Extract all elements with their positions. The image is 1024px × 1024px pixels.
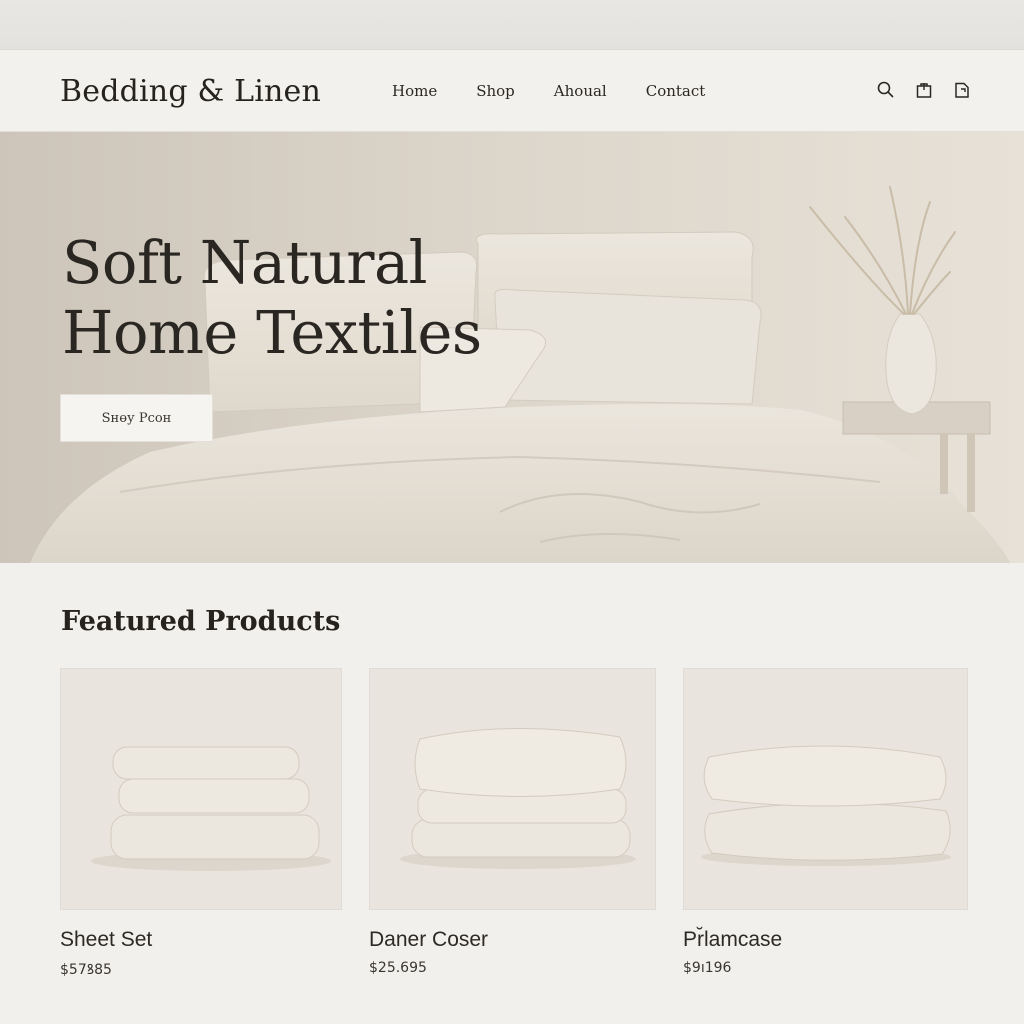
hero-title: Soft Natural Home Textiles xyxy=(62,228,482,368)
cart-icon[interactable] xyxy=(952,80,972,100)
product-image[interactable] xyxy=(369,668,656,910)
product-card-pillowcase[interactable]: Pr̆lamcase $9ı196 xyxy=(683,668,968,976)
product-name[interactable]: Pr̆lamcase xyxy=(683,928,968,952)
product-card-duvet-cover[interactable]: Daner Coser $25.695 xyxy=(369,668,656,976)
nav-contact[interactable]: Contact xyxy=(646,82,706,100)
site-logo[interactable]: Bedding & Linen xyxy=(60,74,321,109)
browser-top-band xyxy=(0,0,1024,50)
product-price: $57ꝸ85 xyxy=(60,962,112,978)
product-price: $25.695 xyxy=(369,960,427,976)
product-image[interactable] xyxy=(683,668,968,910)
search-icon[interactable] xyxy=(876,80,896,100)
nav-about[interactable]: Ahoual xyxy=(554,82,607,100)
product-name[interactable]: Sheet Set xyxy=(60,928,342,952)
product-image[interactable] xyxy=(60,668,342,910)
header-icons xyxy=(876,80,972,100)
featured-products-title: Featured Products xyxy=(61,606,341,637)
main-nav: Home Shop Ahoual Contact xyxy=(392,82,744,100)
hero-banner: Soft Natural Home Textiles Sнөу Рсон xyxy=(0,132,1024,563)
shop-now-button[interactable]: Sнөу Рсон xyxy=(60,394,213,442)
product-card-sheet-set[interactable]: Sheet Set $57ꝸ85 xyxy=(60,668,342,979)
product-name[interactable]: Daner Coser xyxy=(369,928,656,952)
hero-title-line-2: Home Textiles xyxy=(62,298,482,367)
site-header: Bedding & Linen Home Shop Ahoual Contact xyxy=(0,50,1024,132)
nav-home[interactable]: Home xyxy=(392,82,437,100)
bag-icon[interactable] xyxy=(914,80,934,100)
nav-shop[interactable]: Shop xyxy=(476,82,515,100)
product-price: $9ı196 xyxy=(683,960,732,976)
hero-title-line-1: Soft Natural xyxy=(62,228,427,297)
